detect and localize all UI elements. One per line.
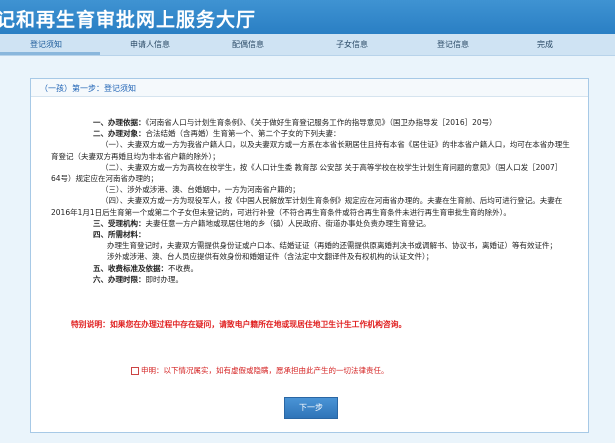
target-item-2: （二）、夫妻双方或一方为高校在校学生，按《人口计生委 教育部 公安部 关于高等学… xyxy=(51,162,563,184)
site-title: 记和再生育审批网上服务大厅 xyxy=(0,9,257,31)
materials-item-1: 办理生育登记时，夫妻双方需提供身份证或户口本、结婚证证（再婚的还需提供原离婚判决… xyxy=(107,241,557,251)
next-step-button[interactable]: 下一步 xyxy=(284,397,338,419)
target-item-1: （一）、夫妻双方或一方为我省户籍人口，以及夫妻双方或一方系在本省长期居住且持有本… xyxy=(51,140,570,161)
panel-title: （一孩）第一步：登记须知 xyxy=(40,84,136,93)
step-progress-bar xyxy=(0,52,100,55)
declaration-row[interactable]: 申明：以下情况属实，如有虚假或隐瞒，愿承担由此产生的一切法律责任。 xyxy=(131,365,389,376)
authority-paragraph: 三、受理机构：夫妻任意一方户籍地或现居住地的乡（镇）人民政府、街道办事处负责办理… xyxy=(93,218,431,228)
step-6-complete[interactable]: 完成 xyxy=(537,39,553,50)
materials-item-2: 涉外或涉港、澳、台人员应提供有效身份和婚姻证件（含法定中文翻译件及有权机构的认证… xyxy=(107,252,434,262)
special-notice: 特别说明：如果您在办理过程中存在疑问，请致电户籍所在地或现居住地卫生计生工作机构… xyxy=(71,320,407,329)
step-4-children-info[interactable]: 子女信息 xyxy=(336,39,368,50)
step-5-registration-info[interactable]: 登记信息 xyxy=(437,39,469,50)
step-2-applicant-info[interactable]: 申请人信息 xyxy=(130,39,170,50)
step-1-registration-notice[interactable]: 登记须知 xyxy=(30,39,62,50)
materials-heading: 四、所需材料： xyxy=(93,230,146,240)
basis-paragraph: 一、办理依据：《河南省人口与计划生育条例》、《关于做好生育登记服务工作的指导意见… xyxy=(93,118,497,127)
declaration-checkbox[interactable] xyxy=(131,366,139,375)
declaration-text: 申明：以下情况属实，如有虚假或隐瞒，愿承担由此产生的一切法律责任。 xyxy=(141,366,389,375)
registration-notice-panel: （一孩）第一步：登记须知 一、办理依据：《河南省人口与计划生育条例》、《关于做好… xyxy=(30,78,589,433)
fee-paragraph: 五、收费标准及依据：不收费。 xyxy=(93,263,198,273)
time-limit-paragraph: 六、办理时限：即时办理。 xyxy=(93,274,183,284)
target-item-3: （三）、涉外或涉港、澳、台婚姻中，一方为河南省户籍的； xyxy=(101,185,300,195)
target-item-4: （四）、夫妻双方或一方为现役军人，按《中国人民解放军计划生育条例》规定应在河南省… xyxy=(51,196,563,217)
panel-header: （一孩）第一步：登记须知 xyxy=(31,79,588,97)
step-3-spouse-info[interactable]: 配偶信息 xyxy=(232,39,264,50)
notice-content: 一、办理依据：《河南省人口与计划生育条例》、《关于做好生育登记服务工作的指导意见… xyxy=(51,117,571,285)
target-paragraph: 二、办理对象：合法结婚（含再婚）生育第一个、第二个子女的下列夫妻： xyxy=(93,129,341,139)
header-bar: 记和再生育审批网上服务大厅 xyxy=(0,0,615,34)
